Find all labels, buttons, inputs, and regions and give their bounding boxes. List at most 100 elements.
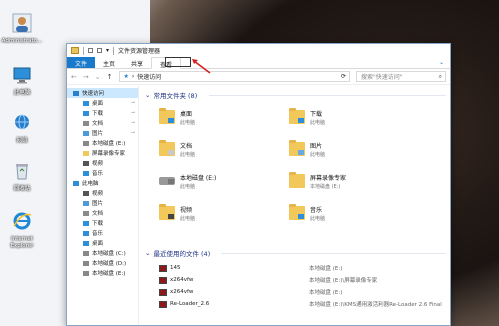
chevron-down-icon[interactable]: ▾: [106, 47, 109, 54]
file-icon: [159, 300, 167, 308]
sidebar-item[interactable]: 桌面 ⊸: [67, 98, 138, 108]
document-icon: [159, 140, 175, 156]
sidebar-item[interactable]: 屏幕录像专家: [67, 148, 138, 158]
new-folder-icon[interactable]: [97, 48, 102, 53]
pin-icon: ⊸: [130, 110, 135, 116]
chevron-down-icon[interactable]: ⌄: [433, 57, 450, 68]
music-icon: [83, 170, 89, 176]
sidebar-item[interactable]: 文档: [67, 208, 138, 218]
group-header-recent-files[interactable]: ⌄ 最近使用的文件 (4): [145, 248, 210, 258]
up-button[interactable]: ↑: [107, 73, 113, 81]
sidebar-item-label: 文档: [92, 211, 104, 217]
desktop-icon-network[interactable]: 网络: [0, 112, 44, 145]
folder-tile[interactable]: 屏幕录像专家 本地磁盘 (E:): [289, 170, 399, 192]
recycle-bin-icon: [16, 164, 28, 180]
folder-tile[interactable]: 桌面 此电脑: [159, 106, 269, 128]
file-path: 本地磁盘 (E:): [309, 266, 343, 272]
folder-location: 此电脑: [180, 183, 196, 190]
sidebar-item[interactable]: 快速访问: [67, 88, 138, 98]
sidebar-item-label: 本地磁盘 (E:): [92, 141, 126, 147]
folder-name: 本地磁盘 (E:): [180, 174, 217, 182]
picture-icon: [289, 140, 305, 156]
folder-tile[interactable]: 视频 此电脑: [159, 202, 269, 224]
sidebar-item-label: 音乐: [92, 171, 104, 177]
search-icon: ⌕: [438, 72, 442, 80]
tab-home[interactable]: 主页: [95, 57, 123, 68]
file-explorer-window[interactable]: ▾ 文件资源管理器 文件 主页 共享 查看 ⌄ ← → ⌄ ↑ ★ › 快速访问…: [66, 43, 451, 326]
folder-location: 本地磁盘 (E:): [310, 183, 341, 190]
tab-share[interactable]: 共享: [123, 57, 151, 68]
sidebar-item[interactable]: 图片: [67, 198, 138, 208]
desktop-icon-label: 回收站: [13, 186, 31, 192]
sidebar-item-label: 下载: [92, 111, 104, 117]
file-path: 本地磁盘 (E:)\屏幕录像专家: [309, 278, 378, 284]
divider: [113, 46, 115, 55]
quick-access-toolbar-icon[interactable]: [88, 48, 93, 53]
folder-tile[interactable]: 图片 此电脑: [289, 138, 399, 160]
list-item[interactable]: x264vfw 本地磁盘 (E:)\屏幕录像专家: [159, 275, 446, 285]
sidebar-item[interactable]: 桌面: [67, 238, 138, 248]
chevron-down-icon[interactable]: ⌄: [95, 73, 101, 81]
ie-icon: [13, 212, 32, 230]
file-icon: [159, 264, 167, 272]
picture-icon: [83, 130, 89, 136]
file-name: Re-Loader_2.6: [170, 301, 210, 307]
user-icon: [12, 13, 32, 33]
desktop-icon-internet-explorer[interactable]: Internet Explorer: [0, 210, 44, 250]
video-icon: [159, 204, 175, 220]
sidebar-item-label: 桌面: [92, 241, 104, 247]
folder-location: 此电脑: [180, 151, 196, 158]
divider: [83, 46, 84, 55]
group-header-frequent-folders[interactable]: ⌄ 常用文件夹 (8): [145, 90, 197, 100]
window-title: 文件资源管理器: [118, 48, 161, 55]
file-icon: [159, 276, 167, 284]
sidebar-item-label: 下载: [92, 221, 104, 227]
folder-name: 视频: [180, 206, 193, 214]
file-path: 本地磁盘 (E:)\KMS通用激活利器Re-Loader 2.6 Final: [309, 302, 442, 308]
folder-location: 此电脑: [180, 119, 196, 126]
sidebar-item[interactable]: 音乐: [67, 228, 138, 238]
sidebar-item-label: 视频: [92, 191, 104, 197]
quick-access-view: ⌄ 常用文件夹 (8) 桌面 此电脑 下载 此电脑 文档 此电脑 图片 此电脑 本地磁盘 (E:…: [139, 86, 450, 325]
sidebar-item[interactable]: 本地磁盘 (D:): [67, 258, 138, 268]
sidebar-item-label: 图片: [92, 201, 104, 207]
list-item[interactable]: Re-Loader_2.6 本地磁盘 (E:)\KMS通用激活利器Re-Loade…: [159, 299, 446, 309]
sidebar-item[interactable]: 本地磁盘 (E:): [67, 268, 138, 278]
back-button[interactable]: ←: [71, 73, 77, 81]
folder-tile[interactable]: 下载 此电脑: [289, 106, 399, 128]
title-bar[interactable]: ▾ 文件资源管理器: [67, 44, 450, 57]
address-bar[interactable]: ★ › 快速访问 ⟳: [118, 71, 350, 82]
red-arrow-annotation: [192, 59, 211, 74]
video-icon: [83, 160, 89, 166]
sidebar-item[interactable]: 文档 ⊸: [67, 118, 138, 128]
view-tab-highlight: [165, 57, 191, 67]
sidebar-item[interactable]: 下载: [67, 218, 138, 228]
sidebar-item[interactable]: 视频: [67, 188, 138, 198]
forward-button[interactable]: →: [83, 73, 89, 81]
list-item[interactable]: x264vfw 本地磁盘 (E:): [159, 287, 446, 297]
sidebar-item-label: 图片: [92, 131, 104, 137]
file-name-cell: x264vfw: [159, 276, 309, 284]
sidebar-item[interactable]: 此电脑: [67, 178, 138, 188]
list-item[interactable]: 145 本地磁盘 (E:): [159, 263, 446, 273]
folder-location: 此电脑: [310, 119, 326, 126]
sidebar-item[interactable]: 本地磁盘 (C:): [67, 248, 138, 258]
folder-tile[interactable]: 文档 此电脑: [159, 138, 269, 160]
sidebar-item[interactable]: 图片 ⊸: [67, 128, 138, 138]
breadcrumb[interactable]: 快速访问: [137, 72, 161, 81]
folder-tile[interactable]: 本地磁盘 (E:) 此电脑: [159, 170, 269, 192]
sidebar-item[interactable]: 下载 ⊸: [67, 108, 138, 118]
sidebar-item[interactable]: 视频: [67, 158, 138, 168]
sidebar-item-label: 音乐: [92, 231, 104, 237]
sidebar-item[interactable]: 本地磁盘 (E:): [67, 138, 138, 148]
tab-file[interactable]: 文件: [67, 57, 96, 68]
folder-tile[interactable]: 音乐 此电脑: [289, 202, 399, 224]
sidebar-item[interactable]: 音乐: [67, 168, 138, 178]
desktop-icon-this-pc[interactable]: 此电脑: [0, 64, 44, 97]
navigation-pane[interactable]: 快速访问 桌面 ⊸ 下载 ⊸ 文档 ⊸ 图片 ⊸ 本地磁盘 (E:) 屏幕录像专家 视频 音乐 此电脑 视频…: [67, 86, 139, 325]
desktop-icon-administrator[interactable]: Administrato...: [0, 12, 44, 45]
search-input[interactable]: 搜索"快速访问" ⌕: [356, 71, 446, 82]
refresh-icon[interactable]: ⟳: [341, 73, 349, 80]
folder-name: 文档: [180, 142, 193, 150]
desktop-icon-recycle-bin[interactable]: 回收站: [0, 160, 44, 193]
